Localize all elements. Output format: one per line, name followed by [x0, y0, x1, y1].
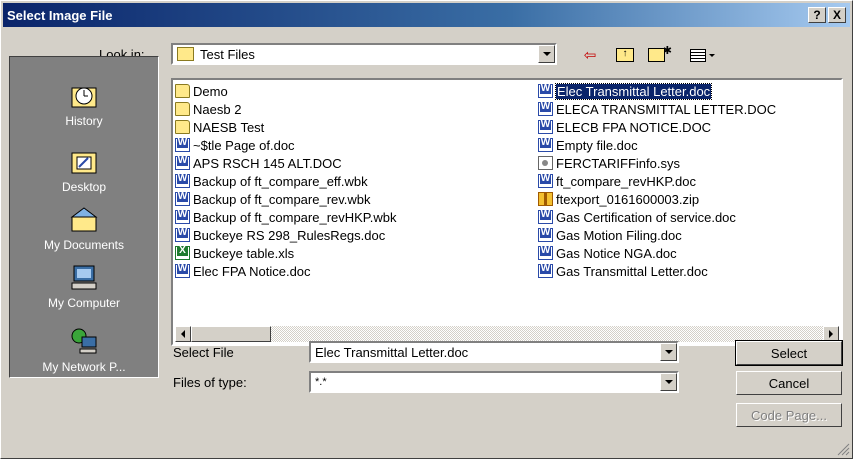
my-documents-icon [70, 207, 98, 232]
back-icon[interactable]: ⇦ [578, 44, 602, 66]
select-file-dropdown-button[interactable] [660, 343, 677, 361]
list-item[interactable]: Elec FPA Notice.doc [175, 262, 311, 280]
places-my-computer[interactable]: My Computer [10, 263, 158, 310]
select-file-label: Select File [173, 345, 234, 360]
list-item[interactable]: FERCTARIFFinfo.sys [538, 154, 680, 172]
new-folder-icon[interactable]: ✱ [648, 44, 672, 66]
list-item[interactable]: ft_compare_revHKP.doc [538, 172, 696, 190]
places-history-label: History [65, 114, 103, 128]
chevron-right-icon [829, 330, 833, 338]
list-item[interactable]: Gas Motion Filing.doc [538, 226, 682, 244]
file-list[interactable]: Demo Naesb 2 NAESB Test ~$tle Page of.do… [171, 78, 843, 346]
select-button[interactable]: Select [735, 340, 843, 366]
up-one-level-icon[interactable]: ↑ [613, 44, 637, 66]
chevron-down-icon [664, 350, 673, 354]
help-button[interactable]: ? [808, 7, 826, 23]
list-item[interactable]: Buckeye table.xls [175, 244, 294, 262]
horizontal-scrollbar[interactable] [175, 326, 839, 342]
list-item[interactable]: NAESB Test [175, 118, 264, 136]
resize-grip-icon[interactable] [836, 442, 850, 456]
word-document-icon [538, 246, 553, 260]
list-item[interactable]: Gas Transmittal Letter.doc [538, 262, 708, 280]
my-computer-icon [71, 265, 97, 290]
list-item[interactable]: Buckeye RS 298_RulesRegs.doc [175, 226, 385, 244]
word-document-icon [538, 174, 553, 188]
word-backup-icon [175, 174, 190, 188]
word-document-icon [175, 156, 190, 170]
select-file-value: Elec Transmittal Letter.doc [315, 344, 469, 360]
places-desktop[interactable]: Desktop [10, 147, 158, 194]
list-item[interactable]: Backup of ft_compare_rev.wbk [175, 190, 371, 208]
look-in-dropdown-button[interactable] [538, 45, 555, 63]
chevron-down-icon [664, 380, 673, 384]
select-image-file-dialog: Select Image File ? X Look in: Test File… [0, 0, 853, 459]
word-document-icon [538, 228, 553, 242]
list-item[interactable]: Backup of ft_compare_eff.wbk [175, 172, 368, 190]
scroll-left-button[interactable] [175, 326, 191, 342]
list-item[interactable]: ELECB FPA NOTICE.DOC [538, 118, 711, 136]
files-of-type-label: Files of type: [173, 375, 247, 390]
word-document-icon [538, 120, 553, 134]
cancel-button[interactable]: Cancel [736, 371, 842, 395]
word-document-icon [538, 264, 553, 278]
system-file-icon [538, 156, 553, 170]
look-in-combo[interactable]: Test Files [171, 43, 557, 65]
close-button[interactable]: X [828, 7, 846, 23]
places-my-network[interactable]: My Network P... [10, 327, 158, 374]
list-item[interactable]: Backup of ft_compare_revHKP.wbk [175, 208, 397, 226]
places-bar: History Desktop My Documents My Computer… [9, 56, 159, 378]
window-title: Select Image File [7, 7, 113, 23]
desktop-icon [71, 152, 97, 174]
list-item[interactable]: ftexport_0161600003.zip [538, 190, 699, 208]
places-history[interactable]: History [10, 81, 158, 128]
list-item[interactable]: Gas Certification of service.doc [538, 208, 736, 226]
list-item[interactable]: Gas Notice NGA.doc [538, 244, 677, 262]
my-network-places-icon [71, 328, 97, 354]
list-item[interactable]: Empty file.doc [538, 136, 638, 154]
places-desktop-label: Desktop [61, 180, 107, 194]
code-page-button[interactable]: Code Page... [736, 403, 842, 427]
list-item-selected[interactable]: Elec Transmittal Letter.doc [538, 82, 713, 100]
word-document-icon [538, 84, 553, 98]
title-bar: Select Image File ? X [3, 3, 850, 27]
word-document-icon [538, 210, 553, 224]
look-in-value: Test Files [200, 46, 255, 62]
places-my-documents-label: My Documents [43, 238, 125, 252]
files-of-type-combo[interactable]: *.* [309, 371, 679, 393]
word-document-icon [175, 264, 190, 278]
views-menu-icon[interactable] [685, 44, 719, 66]
list-item[interactable]: APS RSCH 145 ALT.DOC [175, 154, 342, 172]
folder-icon [175, 120, 190, 134]
history-icon [71, 87, 97, 108]
folder-icon [175, 102, 190, 116]
chevron-down-icon [542, 52, 551, 56]
select-file-combo[interactable]: Elec Transmittal Letter.doc [309, 341, 679, 363]
list-item[interactable]: Naesb 2 [175, 100, 241, 118]
places-my-computer-label: My Computer [47, 296, 121, 310]
word-document-icon [538, 102, 553, 116]
word-backup-icon [175, 192, 190, 206]
word-backup-icon [175, 210, 190, 224]
open-folder-icon [177, 47, 194, 61]
list-item[interactable]: Demo [175, 82, 228, 100]
list-item[interactable]: ELECA TRANSMITTAL LETTER.DOC [538, 100, 776, 118]
list-item[interactable]: ~$tle Page of.doc [175, 136, 295, 154]
files-of-type-value: *.* [315, 376, 327, 388]
scroll-thumb[interactable] [191, 326, 271, 342]
places-my-network-label: My Network P... [42, 360, 126, 374]
excel-spreadsheet-icon [175, 246, 190, 260]
folder-icon [175, 84, 190, 98]
word-document-icon [538, 138, 553, 152]
places-my-documents[interactable]: My Documents [10, 205, 158, 252]
zip-archive-icon [538, 192, 553, 206]
word-document-icon [175, 228, 190, 242]
scroll-right-button[interactable] [823, 326, 839, 342]
word-document-icon [175, 138, 190, 152]
chevron-left-icon [181, 330, 185, 338]
files-of-type-dropdown-button[interactable] [660, 373, 677, 391]
